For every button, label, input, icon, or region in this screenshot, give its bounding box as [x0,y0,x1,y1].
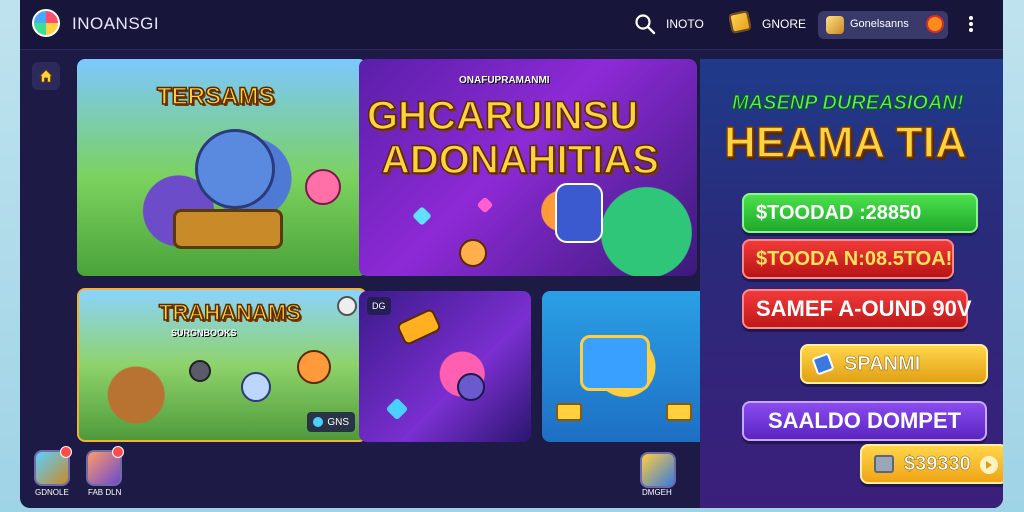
tile-tag: GNS [307,412,355,432]
character-icon [457,373,485,401]
app-logo-icon[interactable] [32,9,60,37]
notification-badge[interactable] [926,15,944,33]
balance-button[interactable]: $39330 [860,444,1003,484]
promo-headline: HEAMA TIA [723,117,967,168]
gem-icon [313,417,324,427]
spin-button-label: SPANMI [844,352,921,375]
bottom-app-2-label: FAB DLN [88,488,122,497]
app-title: INOANSGI [72,14,160,33]
home-icon [39,69,53,83]
wallet-balance-label: SAALDO DOMPET [767,408,962,433]
profile-button[interactable]: Gonelsanns [818,11,948,39]
cart-icon [173,209,283,249]
hero-character-icon [555,183,603,243]
promo-bar-red-2[interactable]: SAMEF A-OUND 90V [742,289,972,329]
bottom-app-3[interactable] [640,452,676,488]
gold-bar-icon [556,403,582,421]
character-icon [241,372,271,402]
profile-avatar-icon [826,16,844,34]
spin-icon [811,352,835,376]
gem-icon [385,397,409,421]
game-tile-3[interactable]: TRAHANAMS SURGNBOOKS GNS [77,288,367,442]
promo-bar-red-2-label: SAMEF A-OUND 90V [756,296,972,321]
notification-dot-icon [112,446,124,458]
tile-title-line-1: GHCARUINSU [366,94,639,138]
character-icon [459,239,487,267]
bottom-app-3-label: DMGEH [642,488,672,497]
coins-label[interactable]: GNORE [762,17,806,31]
tile-tag-label: GNS [327,416,349,428]
tile-tag-label: DG [367,297,391,315]
promo-bar-green[interactable]: $TOODAD :28850 [742,193,978,233]
gem-icon [476,196,494,214]
search-label[interactable]: INOTO [666,17,704,31]
more-menu-icon[interactable] [964,14,978,36]
app-window: INOANSGI INOTO GNORE Gonelsanns TERSAMS … [20,0,1003,508]
game-tile-featured[interactable]: ONAFUPRAMANMI GHCARUINSU ADONAHITIAS [359,59,697,276]
home-button[interactable] [32,62,60,90]
top-bar: INOANSGI INOTO GNORE Gonelsanns [20,0,1003,50]
promo-bar-green-label: $TOODAD :28850 [756,201,922,224]
bottom-app-1-label: GDNOLE [35,488,69,497]
wallet-icon [874,455,894,473]
gold-bar-icon [666,403,692,421]
spin-button[interactable]: SPANMI [800,344,988,384]
game-tile-4[interactable]: DG [359,291,531,442]
promo-bar-red-1[interactable]: $TOODA N:08.5TOA! [742,239,954,279]
robot-character-icon [195,129,275,209]
arrow-right-icon [980,456,998,474]
tile-subtitle: SURGNBOOKS [171,328,237,338]
promo-kicker: MASENP DUREASIOAN! [732,92,964,115]
treasure-chest-icon [580,335,650,391]
balance-value: $39330 [904,452,971,475]
game-tile-1[interactable]: TERSAMS [77,59,367,276]
tile-title-line-2: ADONAHITIAS [380,138,659,182]
promo-bar-red-1-label: $TOODA N:08.5TOA! [756,247,953,270]
character-icon [189,360,211,382]
search-icon[interactable] [634,13,656,35]
tile-title: TRAHANAMS [158,299,301,326]
close-icon[interactable] [337,296,357,316]
game-tile-5[interactable] [542,291,708,442]
tile-subtitle: ONAFUPRAMANMI [459,75,550,86]
tile-title: TERSAMS [156,82,275,111]
pink-character-icon [305,169,341,205]
cannon-icon [395,307,443,347]
coin-icon[interactable] [728,10,752,34]
gem-icon [412,206,432,226]
profile-label: Gonelsanns [850,18,909,30]
notification-dot-icon [60,446,72,458]
character-icon [297,350,331,384]
wallet-balance-button[interactable]: SAALDO DOMPET [742,401,987,441]
